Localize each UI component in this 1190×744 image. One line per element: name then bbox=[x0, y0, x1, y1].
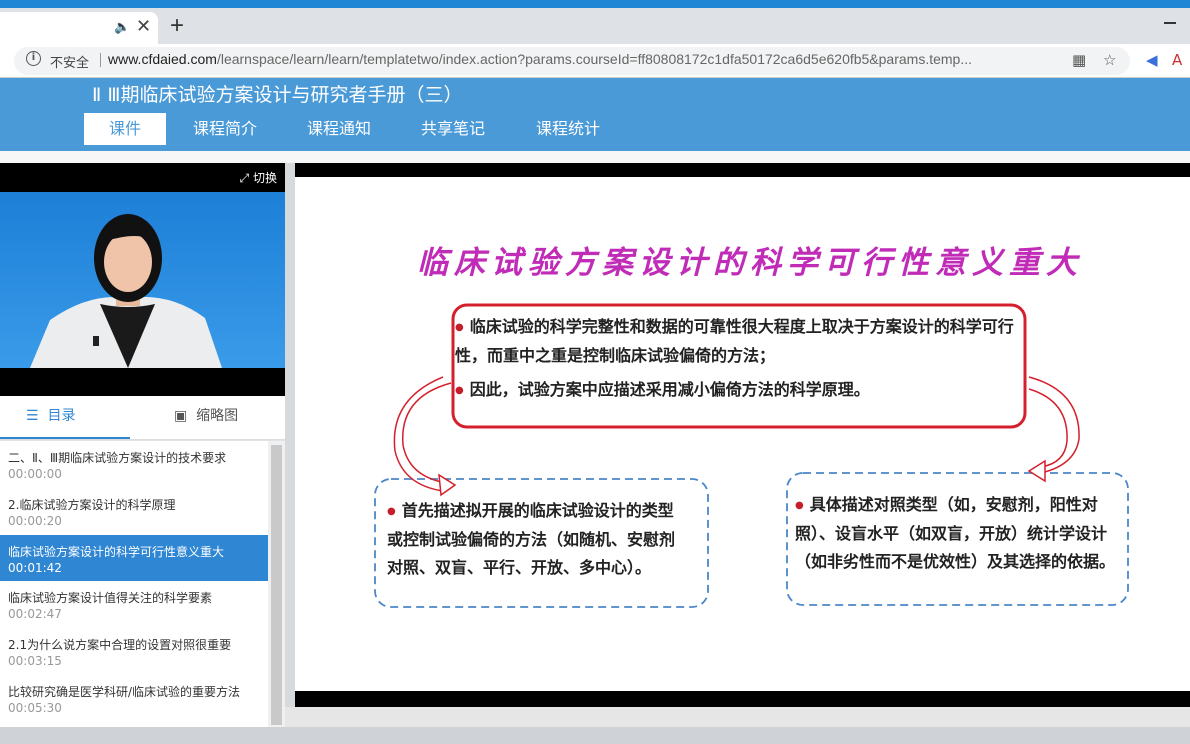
info-icon[interactable]: i bbox=[26, 51, 41, 66]
tab-course-stats[interactable]: 课程统计 bbox=[527, 113, 609, 145]
list-icon: ☰ bbox=[26, 408, 39, 424]
slide-shapes bbox=[374, 303, 1129, 608]
translate-icon[interactable]: ▦ bbox=[1072, 51, 1086, 69]
list-item-time: 00:02:47 bbox=[8, 607, 62, 621]
tab-strip: 🔈 ✕ + bbox=[0, 8, 1190, 44]
list-item-title: 2.临床试验方案设计的科学原理 bbox=[8, 498, 176, 512]
course-title: Ⅱ Ⅲ期临床试验方案设计与研究者手册（三） bbox=[92, 84, 463, 106]
tab-thumbnail[interactable]: ▣ 缩略图 bbox=[174, 405, 238, 425]
tab-catalog[interactable]: ☰ 目录 bbox=[26, 405, 75, 425]
image-icon: ▣ bbox=[174, 408, 188, 424]
list-item[interactable]: 比较研究确是医学科研/临床试验的重要方法 00:05:30 bbox=[0, 675, 268, 721]
tab-shared-notes[interactable]: 共享笔记 bbox=[412, 113, 494, 145]
list-item-title: 二、Ⅱ、Ⅲ期临床试验方案设计的技术要求 bbox=[8, 451, 227, 465]
switch-label: 切换 bbox=[252, 171, 277, 185]
top-box-point-1: ● 临床试验的科学完整性和数据的可靠性很大程度上取决于方案设计的科学可行性，而重中… bbox=[455, 317, 1014, 365]
url-text[interactable]: www.cfdaied.com/learnspace/learn/learn/t… bbox=[108, 51, 972, 67]
new-tab-button[interactable]: + bbox=[170, 12, 184, 40]
content-gap bbox=[0, 151, 1190, 163]
address-bar: i 不安全 www.cfdaied.com/learnspace/learn/l… bbox=[0, 44, 1190, 78]
panel-divider[interactable] bbox=[285, 163, 295, 727]
tab-course-intro[interactable]: 课程简介 bbox=[184, 113, 266, 145]
catalog-scroll-thumb[interactable] bbox=[271, 445, 282, 725]
slide-viewer: 临床试验方案设计的科学可行性意义重大 ● 临床试验的科学完整性和数据的可靠性很大程… bbox=[295, 163, 1190, 707]
tab-thumbnail-label: 缩略图 bbox=[196, 408, 239, 424]
list-item-time: 00:00:20 bbox=[8, 514, 62, 528]
list-item-title: 临床试验方案设计值得关注的科学要素 bbox=[8, 591, 213, 605]
pdf-extension-icon[interactable]: A bbox=[1172, 51, 1182, 69]
site-header: Ⅱ Ⅲ期临床试验方案设计与研究者手册（三） 课件 课程简介 课程通知 共享笔记 … bbox=[0, 78, 1190, 151]
right-box: ● 具体描述对照类型（如，安慰剂，阳性对照）、设盲水平（如双盲，开放）统计学设计（… bbox=[795, 495, 1116, 571]
list-item[interactable]: 二、Ⅱ、Ⅲ期临床试验方案设计的技术要求 00:00:00 bbox=[0, 441, 268, 487]
active-tab-indicator bbox=[0, 437, 130, 439]
bullet-icon: ● bbox=[387, 506, 396, 517]
url-path: /learnspace/learn/learn/templatetwo/inde… bbox=[216, 51, 973, 67]
side-tabs: ☰ 目录 ▣ 缩略图 bbox=[0, 396, 285, 440]
list-item[interactable]: 临床试验方案设计值得关注的科学要素 00:02:47 bbox=[0, 581, 268, 627]
tab-course-notice[interactable]: 课程通知 bbox=[298, 113, 380, 145]
url-host: www.cfdaied.com bbox=[108, 51, 217, 67]
slide-bottom-bar bbox=[285, 707, 1190, 727]
expand-icon: ⤢ bbox=[239, 171, 250, 185]
list-item[interactable]: 2.1为什么说方案中合理的设置对照很重要 00:03:15 bbox=[0, 628, 268, 674]
page-footer bbox=[0, 727, 1190, 744]
extension-icon[interactable]: ◀ bbox=[1146, 51, 1158, 69]
slide-canvas: 临床试验方案设计的科学可行性意义重大 ● 临床试验的科学完整性和数据的可靠性很大程… bbox=[295, 177, 1190, 691]
catalog-list: 二、Ⅱ、Ⅲ期临床试验方案设计的技术要求 00:00:00 2.临床试验方案设计的… bbox=[0, 441, 268, 727]
browser-tab[interactable]: 🔈 ✕ bbox=[0, 12, 158, 44]
list-item-title: 比较研究确是医学科研/临床试验的重要方法 bbox=[8, 685, 241, 699]
list-item-time: 00:05:30 bbox=[8, 701, 62, 715]
list-item-time: 00:00:00 bbox=[8, 467, 62, 481]
left-box: ● 首先描述拟开展的临床试验设计的类型或控制试验偏倚的方法（如随机、安慰剂对照、双… bbox=[387, 501, 676, 577]
tab-courseware[interactable]: 课件 bbox=[84, 113, 166, 145]
list-item[interactable]: 2.临床试验方案设计的科学原理 00:00:20 bbox=[0, 488, 268, 534]
list-item-title: 临床试验方案设计的科学可行性意义重大 bbox=[8, 545, 225, 559]
switch-view-button[interactable]: ⤢ 切换 bbox=[240, 169, 277, 186]
lecturer-video bbox=[0, 192, 285, 368]
omnibox-separator bbox=[100, 53, 101, 67]
top-box: ● 临床试验的科学完整性和数据的可靠性很大程度上取决于方案设计的科学可行性，而重中… bbox=[455, 313, 1015, 405]
close-tab-icon[interactable]: ✕ bbox=[136, 16, 151, 37]
tab-catalog-label: 目录 bbox=[47, 408, 76, 424]
list-item-time: 00:01:42 bbox=[8, 561, 62, 575]
speaker-icon[interactable]: 🔈 bbox=[114, 20, 130, 35]
bookmark-star-icon[interactable]: ☆ bbox=[1103, 51, 1116, 69]
video-player[interactable]: ⤢ 切换 bbox=[0, 163, 285, 396]
bullet-icon: ● bbox=[795, 500, 804, 511]
security-status[interactable]: 不安全 bbox=[50, 52, 89, 71]
minimize-window-button[interactable] bbox=[1164, 22, 1176, 24]
bullet-icon: ● bbox=[455, 385, 464, 396]
lecturer-figure bbox=[30, 214, 222, 368]
top-box-point-2: ● 因此，试验方案中应描述采用减小偏倚方法的科学原理。 bbox=[455, 380, 870, 399]
list-item-title: 2.1为什么说方案中合理的设置对照很重要 bbox=[8, 638, 232, 652]
list-item-time: 00:03:15 bbox=[8, 654, 62, 668]
bullet-icon: ● bbox=[455, 322, 464, 333]
window-top-edge bbox=[0, 0, 1190, 8]
list-item-active[interactable]: 临床试验方案设计的科学可行性意义重大 00:01:42 bbox=[0, 535, 268, 581]
